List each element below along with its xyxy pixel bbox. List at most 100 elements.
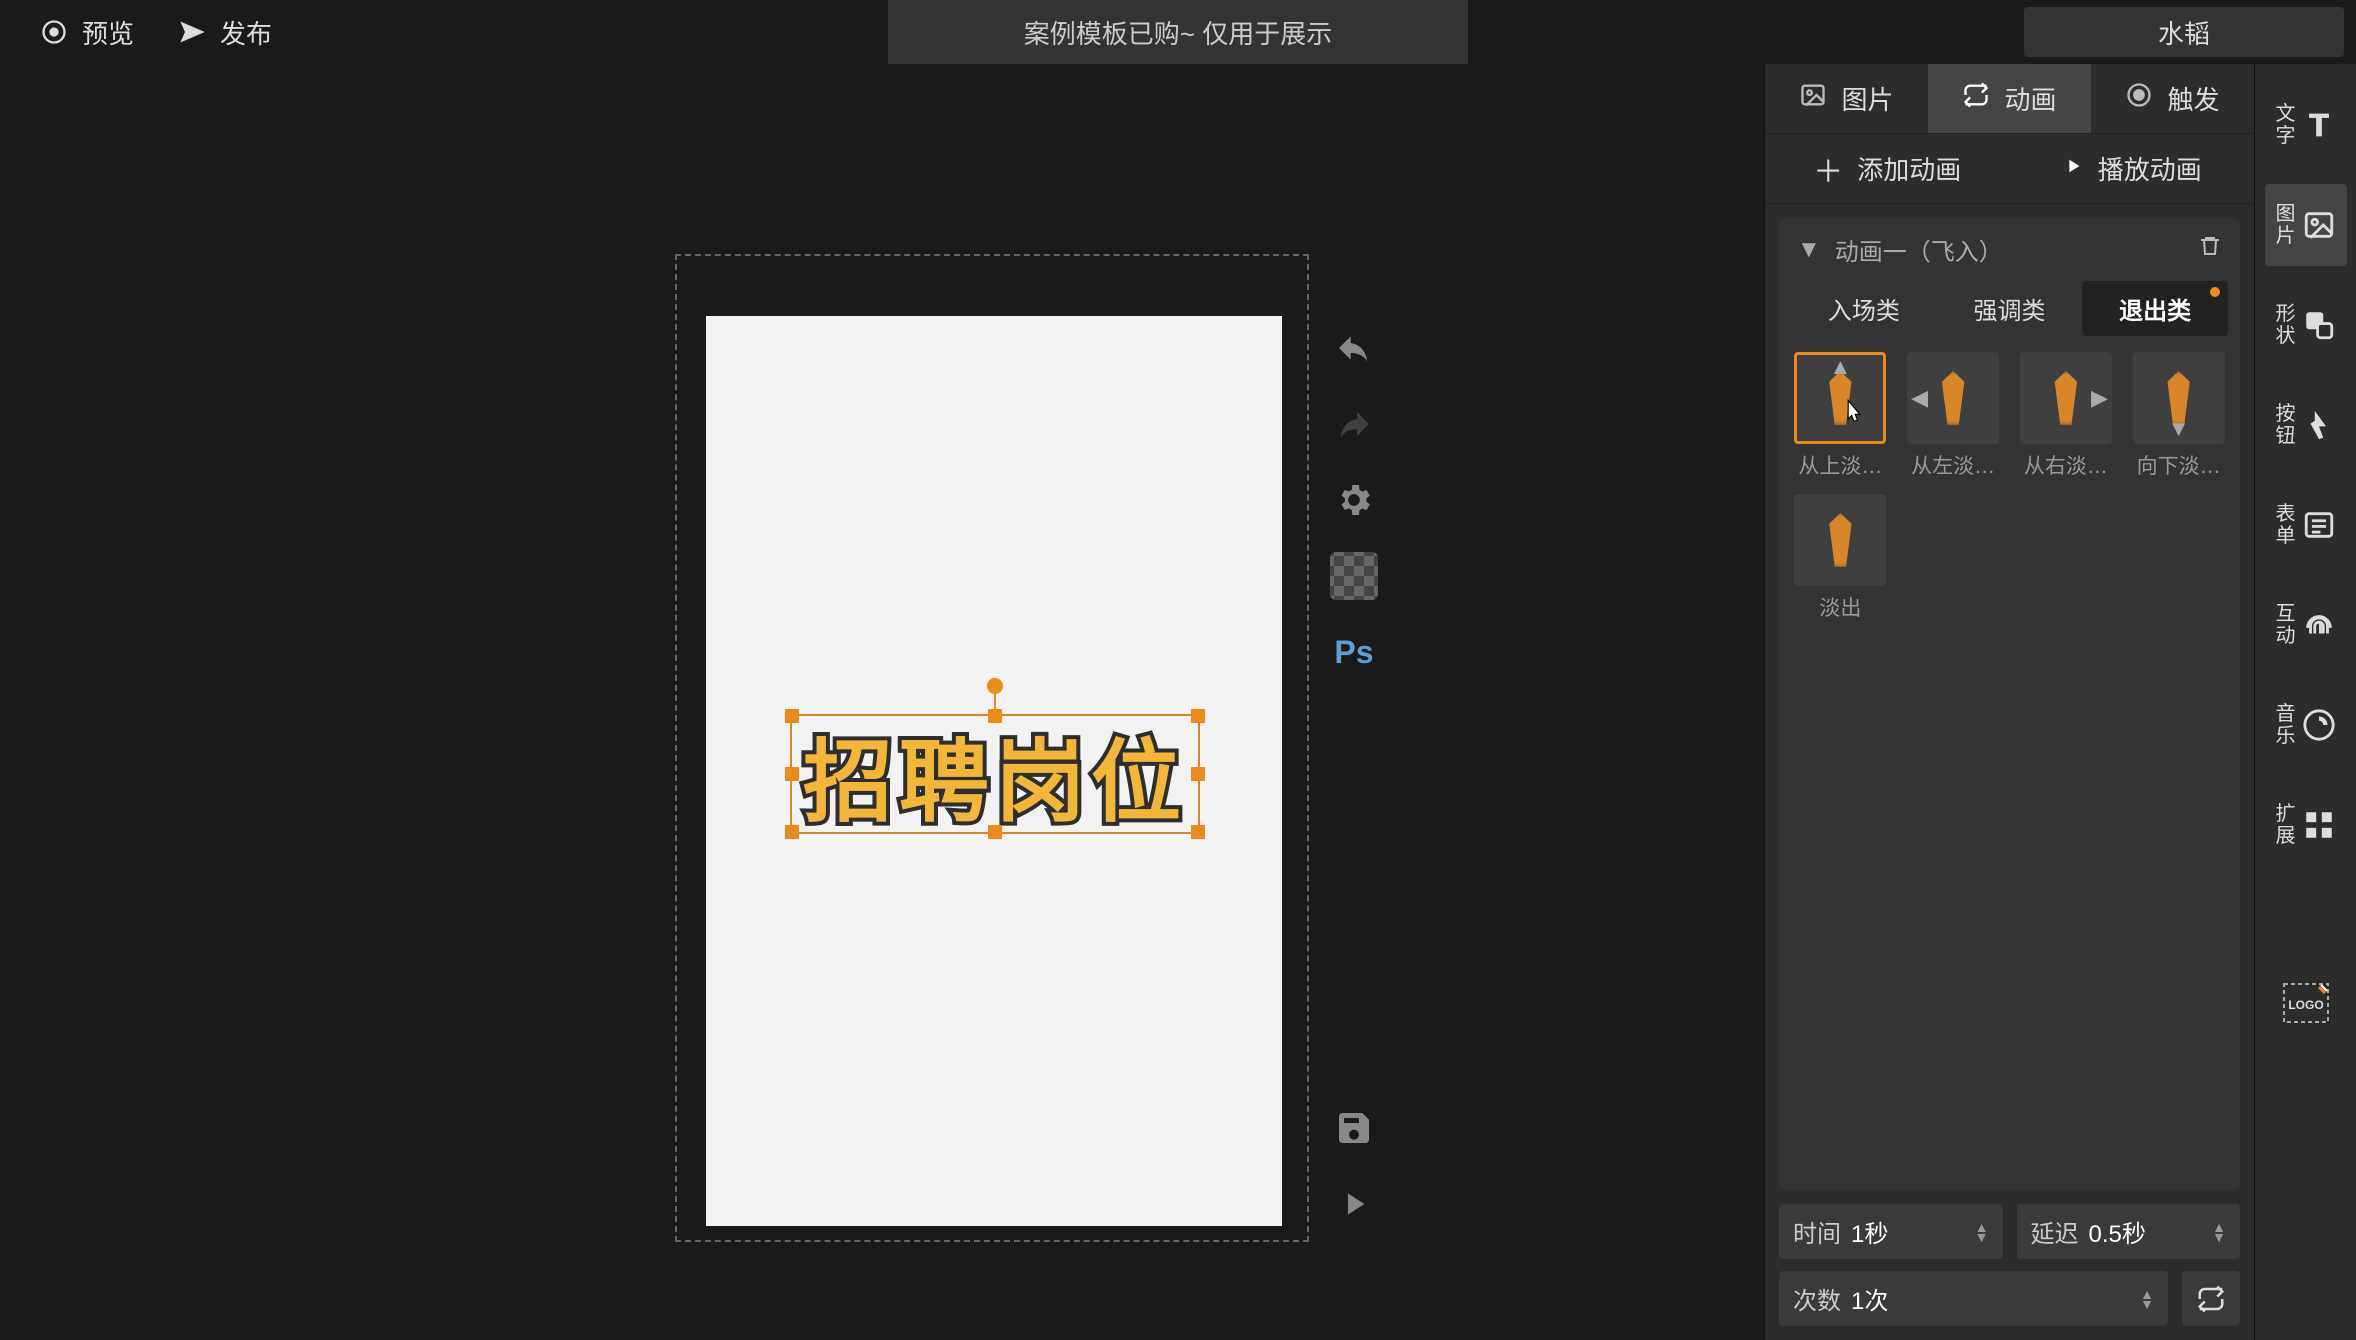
form-icon	[2302, 508, 2336, 542]
record-icon	[2125, 81, 2153, 116]
image-icon	[1799, 81, 1827, 116]
background-toggle[interactable]	[1330, 552, 1378, 600]
dock-item-text[interactable]: 文字	[2265, 84, 2347, 166]
time-label: 时间	[1793, 1214, 1841, 1249]
play-animation-button[interactable]: 播放动画	[2010, 134, 2255, 203]
music-icon	[2302, 708, 2336, 742]
anim-preset-fade-up[interactable]: ▲ 从上淡…	[1791, 352, 1890, 480]
anim-preset-fade-right[interactable]: ▶ 从右淡…	[2017, 352, 2116, 480]
dock-item-label: 音乐	[2276, 703, 2296, 747]
image-icon	[2302, 208, 2336, 242]
category-emphasis[interactable]: 强调类	[1937, 281, 2083, 336]
canvas-area[interactable]: 招聘岗位 Ps	[0, 64, 1764, 1340]
time-down[interactable]: ▼	[1975, 1232, 1989, 1242]
tab-image-label: 图片	[1841, 80, 1893, 117]
anim-preset-fade-left[interactable]: ◀ 从左淡…	[1904, 352, 2003, 480]
dock-item-label: 按钮	[2276, 403, 2296, 447]
undo-button[interactable]	[1330, 324, 1378, 372]
selected-element[interactable]: 招聘岗位	[790, 714, 1200, 834]
resize-handle-mb[interactable]	[988, 825, 1002, 839]
dock-item-form[interactable]: 表单	[2265, 484, 2347, 566]
dock-item-logo[interactable]: LOGO	[2265, 962, 2347, 1044]
dock-item-label: 图片	[2276, 203, 2296, 247]
redo-button[interactable]	[1330, 400, 1378, 448]
resize-handle-bl[interactable]	[785, 825, 799, 839]
anim-preset-thumb: ▼	[2133, 352, 2225, 444]
count-stepper[interactable]: 次数 1次 ▲▼	[1779, 1271, 2168, 1326]
cursor-icon	[1840, 398, 1868, 432]
delay-down[interactable]: ▼	[2212, 1232, 2226, 1242]
anim-preset-fade-out[interactable]: 淡出	[1791, 494, 1890, 622]
delay-value: 0.5秒	[2089, 1214, 2146, 1249]
play-icon	[2062, 153, 2084, 184]
delete-animation-button[interactable]	[2198, 234, 2222, 265]
add-animation-button[interactable]: ＋ 添加动画	[1765, 134, 2010, 203]
tab-animation-label: 动画	[2004, 80, 2056, 117]
animation-name-label: 动画一（飞入）	[1835, 232, 2003, 267]
user-menu[interactable]: 水韬	[2024, 7, 2344, 57]
eye-icon	[40, 18, 68, 46]
resize-handle-tl[interactable]	[785, 709, 799, 723]
tab-trigger-label: 触发	[2167, 80, 2219, 117]
anim-preset-label: 从上淡…	[1793, 450, 1887, 480]
text-icon	[2302, 108, 2336, 142]
anim-preset-thumb: ◀	[1907, 352, 1999, 444]
resize-handle-tr[interactable]	[1191, 709, 1205, 723]
publish-button[interactable]: 发布	[178, 14, 272, 51]
save-button[interactable]	[1330, 1104, 1378, 1152]
settings-button[interactable]	[1330, 476, 1378, 524]
button-icon	[2302, 408, 2336, 442]
anim-preset-label: 向下淡…	[2132, 450, 2226, 480]
dock-item-shape[interactable]: 形状	[2265, 284, 2347, 366]
rotation-handle[interactable]	[987, 678, 1003, 694]
inspector-panel: 图片 动画 触发 ＋ 添加动画 播放动画 ▼ 动画一（	[1764, 64, 2254, 1340]
resize-handle-ml[interactable]	[785, 767, 799, 781]
dock-item-button[interactable]: 按钮	[2265, 384, 2347, 466]
plus-icon: ＋	[1813, 147, 1843, 191]
photoshop-button[interactable]: Ps	[1330, 628, 1378, 676]
count-label: 次数	[1793, 1281, 1841, 1316]
dock-item-image[interactable]: 图片	[2265, 184, 2347, 266]
anim-preset-label: 淡出	[1793, 592, 1887, 622]
tab-trigger[interactable]: 触发	[2091, 64, 2254, 134]
shape-icon	[2302, 308, 2336, 342]
add-animation-label: 添加动画	[1857, 150, 1961, 187]
preview-label: 预览	[82, 14, 134, 51]
dock-item-music[interactable]: 音乐	[2265, 684, 2347, 766]
selected-text: 招聘岗位	[792, 716, 1198, 832]
dock-item-label: 扩展	[2276, 803, 2296, 847]
preview-play-button[interactable]	[1330, 1180, 1378, 1228]
send-icon	[178, 18, 206, 46]
category-exit-indicator	[2210, 287, 2220, 297]
chevron-down-icon: ▼	[1797, 236, 1821, 264]
resize-handle-mr[interactable]	[1191, 767, 1205, 781]
loop-toggle[interactable]	[2182, 1271, 2240, 1326]
time-stepper[interactable]: 时间 1秒 ▲▼	[1779, 1204, 2003, 1259]
delay-stepper[interactable]: 延迟 0.5秒 ▲▼	[2017, 1204, 2241, 1259]
animation-header[interactable]: ▼ 动画一（飞入）	[1779, 218, 2240, 281]
time-value: 1秒	[1851, 1214, 1888, 1249]
top-bar: 预览 发布 案例模板已购~ 仅用于展示 水韬	[0, 0, 2356, 64]
dock-item-interactive[interactable]: 互动	[2265, 584, 2347, 666]
logo-icon: LOGO	[2283, 986, 2329, 1020]
publish-label: 发布	[220, 14, 272, 51]
tool-dock: 文字图片形状按钮表单互动音乐扩展 LOGO	[2254, 64, 2356, 1340]
resize-handle-br[interactable]	[1191, 825, 1205, 839]
fingerprint-icon	[2302, 608, 2336, 642]
count-down[interactable]: ▼	[2140, 1299, 2154, 1309]
tab-image[interactable]: 图片	[1765, 64, 1928, 134]
dock-item-label: 文字	[2276, 103, 2296, 147]
anim-preset-label: 从右淡…	[2019, 450, 2113, 480]
tab-animation[interactable]: 动画	[1928, 64, 2091, 134]
anim-preset-thumb	[1794, 494, 1886, 586]
anim-preset-thumb: ▶	[2020, 352, 2112, 444]
resize-handle-mt[interactable]	[988, 709, 1002, 723]
category-entry[interactable]: 入场类	[1791, 281, 1937, 336]
preview-button[interactable]: 预览	[40, 14, 134, 51]
anim-preset-label: 从左淡…	[1906, 450, 2000, 480]
svg-text:LOGO: LOGO	[2288, 998, 2323, 1012]
anim-preset-fade-down[interactable]: ▼ 向下淡…	[2129, 352, 2228, 480]
anim-preset-thumb: ▲	[1794, 352, 1886, 444]
category-exit[interactable]: 退出类	[2082, 281, 2228, 336]
dock-item-extend[interactable]: 扩展	[2265, 784, 2347, 866]
